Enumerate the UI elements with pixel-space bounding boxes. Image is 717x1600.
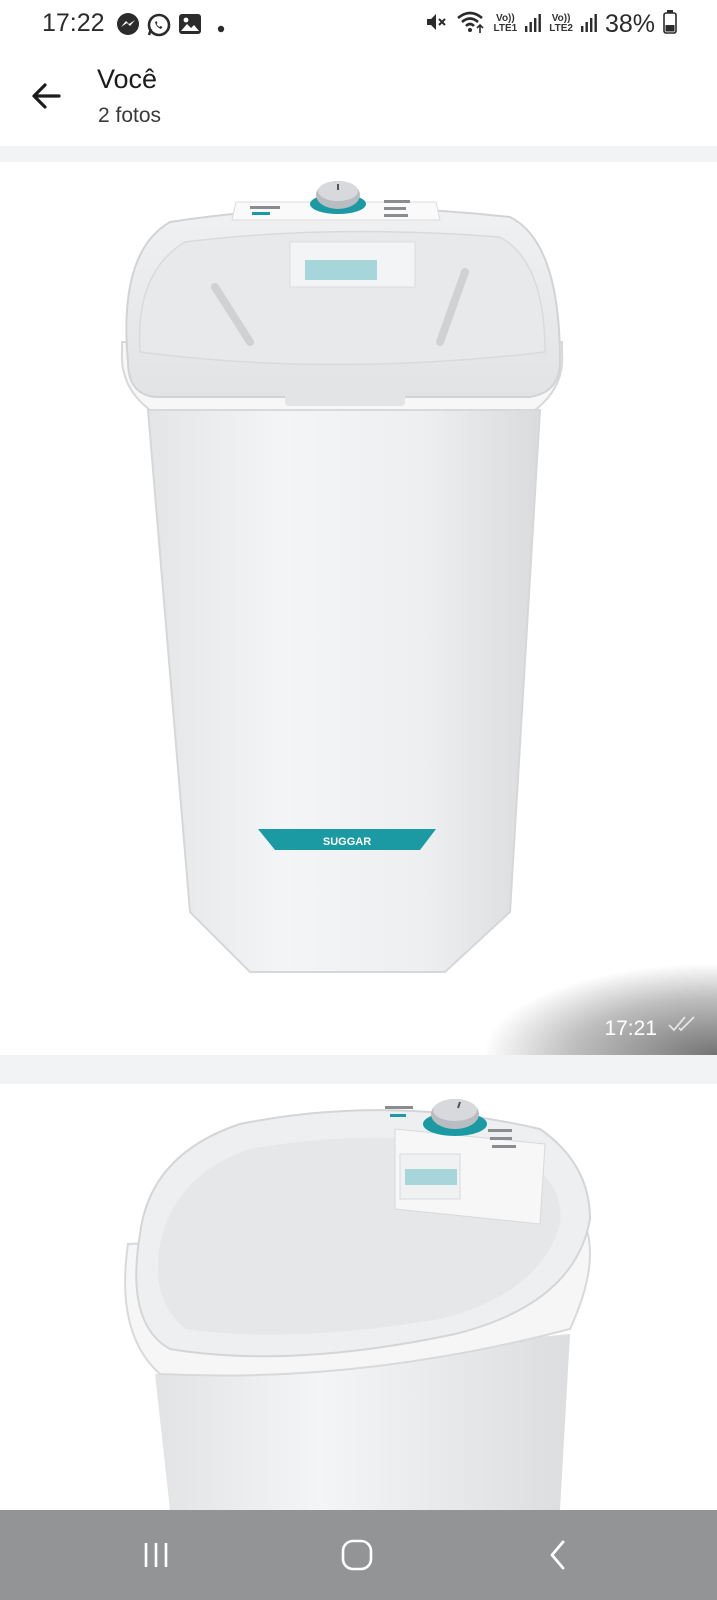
back-button[interactable] [22,72,70,120]
photo-count: 2 fotos [98,104,162,127]
photo-2[interactable] [0,1084,717,1510]
time-overlay [487,965,717,1055]
recents-icon [144,1543,168,1567]
gallery-icon [178,12,202,41]
back-chevron-icon [550,1540,565,1570]
sim2-volte-label: Vo)) LTE2 [549,13,573,34]
navigation-bar [0,1510,717,1600]
battery-icon [663,9,677,39]
messenger-icon [116,12,140,41]
arrow-left-icon [32,83,61,109]
signal-icon [580,12,597,37]
nav-back-button[interactable] [528,1530,588,1580]
washing-machine-image: SUGGAR [120,181,564,973]
more-dot-icon [217,20,225,38]
whatsapp-icon [146,12,172,43]
brand-label: SUGGAR [323,836,371,848]
wifi-icon [456,9,486,40]
message-time: 17:21 [604,1017,657,1040]
washing-machine-image [124,1099,592,1510]
double-check-icon [667,1014,699,1039]
signal-icon [525,12,542,37]
photo-1[interactable]: SUGGAR 17:21 [0,162,717,1055]
mute-icon [424,10,448,39]
home-icon [341,1539,373,1571]
status-time: 17:22 [42,9,105,37]
system-status-icons: Vo)) LTE1 Vo)) LTE2 38% [424,8,677,40]
status-bar: 17:22 Vo)) LTE1 Vo)) LTE2 38% [0,0,717,50]
home-button[interactable] [327,1530,387,1580]
sim1-volte-label: Vo)) LTE1 [493,13,518,34]
recents-button[interactable] [126,1530,186,1580]
battery-percent: 38% [604,9,655,38]
app-header: Você 2 fotos [0,50,717,146]
page-title: Você [97,64,158,94]
